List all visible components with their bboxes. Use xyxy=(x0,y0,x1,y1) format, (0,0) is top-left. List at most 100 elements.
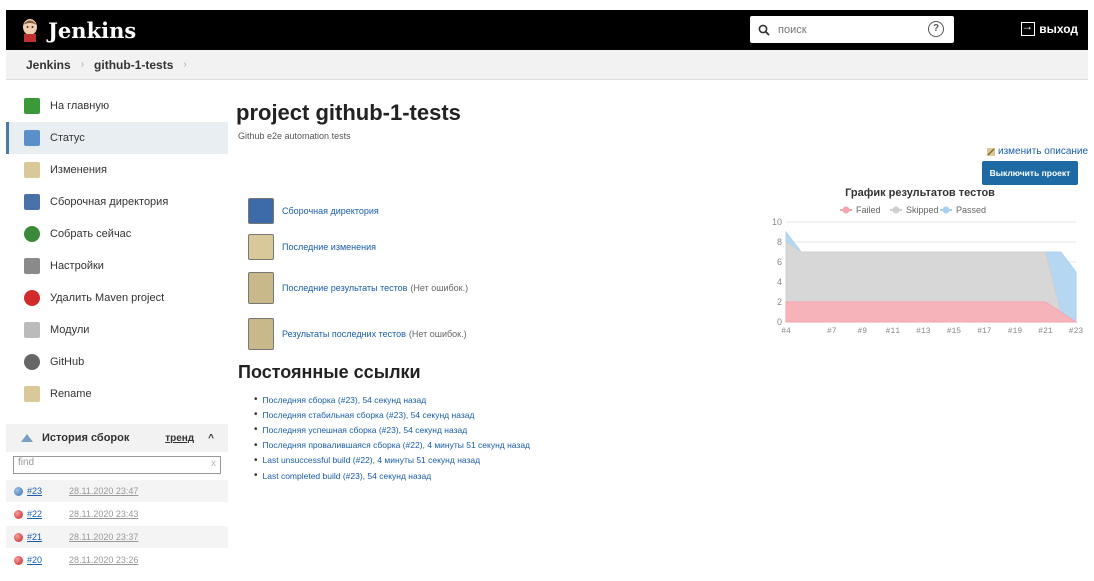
build-row[interactable]: #23 28.11.2020 23:47 xyxy=(6,480,228,502)
build-date-link[interactable]: 28.11.2020 23:47 xyxy=(69,486,138,496)
jenkins-butler-icon xyxy=(23,19,37,42)
build-number-link[interactable]: #22 xyxy=(27,509,69,519)
breadcrumb-project[interactable]: github-1-tests xyxy=(94,58,173,72)
build-row[interactable]: #22 28.11.2020 23:43 xyxy=(6,503,228,525)
build-date-link[interactable]: 28.11.2020 23:37 xyxy=(69,532,138,542)
build-date-link[interactable]: 28.11.2020 23:26 xyxy=(69,555,138,565)
y-tick-label: 2 xyxy=(777,297,782,307)
legend-marker xyxy=(892,206,900,214)
y-tick-label: 8 xyxy=(777,237,782,247)
logo-text: Jenkins xyxy=(48,17,137,43)
project-link-label[interactable]: Сборочная директория xyxy=(282,206,379,216)
permalinks-list: Последняя сборка (#23), 54 секунд назадП… xyxy=(254,392,531,483)
x-tick-label: #21 xyxy=(1038,327,1053,336)
folder-icon[interactable] xyxy=(248,198,274,224)
legend-marker xyxy=(842,206,850,214)
project-link-label[interactable]: Последние изменения xyxy=(282,242,376,252)
permalink-item[interactable]: Last unsuccessful build (#22), 4 минуты … xyxy=(254,453,530,468)
breadcrumb-separator: › xyxy=(80,59,85,70)
x-tick-label: #23 xyxy=(1069,327,1084,336)
permalinks-title: Постоянные ссылки xyxy=(238,362,421,382)
build-number-link[interactable]: #21 xyxy=(27,532,69,542)
collapse-icon[interactable]: ^ xyxy=(208,433,214,444)
x-tick-label: #19 xyxy=(1008,327,1023,336)
edit-description-label: изменить описание xyxy=(998,146,1089,157)
home-arrow-icon xyxy=(24,98,40,114)
sidebar-item-label: Настройки xyxy=(50,260,104,272)
permalink-item[interactable]: Последняя провалившаяся сборка (#22), 4 … xyxy=(254,438,531,453)
sidebar-item[interactable]: Rename xyxy=(6,378,228,410)
no-entry-icon xyxy=(24,290,40,306)
sidebar-item[interactable]: На главную xyxy=(6,90,228,122)
pencil-icon xyxy=(24,386,40,402)
series-area-failed xyxy=(785,301,1078,323)
build-number-link[interactable]: #20 xyxy=(27,555,69,565)
x-tick-label: #15 xyxy=(947,327,962,336)
permalink-item[interactable]: Last completed build (#23), 54 секунд на… xyxy=(254,468,530,483)
sidebar-item[interactable]: Статус xyxy=(6,122,228,154)
build-history-title: История сборок xyxy=(42,432,130,444)
x-tick-label: #11 xyxy=(886,327,901,336)
edit-description-link[interactable]: изменить описание xyxy=(986,146,1088,157)
clipboard-icon[interactable] xyxy=(248,318,274,350)
permalink-item[interactable]: Последняя сборка (#23), 54 секунд назад xyxy=(254,392,530,407)
clock-play-icon xyxy=(24,226,40,242)
sidebar-item[interactable]: Изменения xyxy=(6,154,228,186)
sidebar-item[interactable]: Настройки xyxy=(6,250,228,282)
build-date-link[interactable]: 28.11.2020 23:43 xyxy=(69,509,138,519)
trend-link[interactable]: тренд xyxy=(165,433,194,444)
build-row[interactable]: #21 28.11.2020 23:37 xyxy=(6,526,228,548)
search-input[interactable] xyxy=(778,23,918,36)
history-icon xyxy=(21,434,33,442)
magnifier-icon xyxy=(24,130,40,146)
logout-link[interactable]: выход xyxy=(1021,19,1078,36)
legend-label: Passed xyxy=(956,205,986,215)
search-box[interactable]: ? xyxy=(750,16,954,43)
breadcrumb-root[interactable]: Jenkins xyxy=(26,58,71,72)
permalink-item[interactable]: Последняя успешная сборка (#23), 54 секу… xyxy=(254,422,530,437)
permalink-item[interactable]: Последняя стабильная сборка (#23), 54 се… xyxy=(254,407,530,422)
sidebar-item-label: Собрать сейчас xyxy=(50,228,132,240)
clipboard-icon[interactable] xyxy=(248,272,274,304)
legend-marker xyxy=(942,206,950,214)
test-results-chart: 0 2 4 6 8 10 #4 #7 #9 #11 #13 #15 #17 #19 #21 #23 Failed… xyxy=(772,205,1084,336)
sidebar-item[interactable]: Удалить Maven project xyxy=(6,282,228,314)
build-status-icon xyxy=(14,555,23,565)
notepad-icon[interactable] xyxy=(248,234,274,260)
sidebar-item[interactable]: Модули xyxy=(6,314,228,346)
pencil-icon xyxy=(987,147,995,156)
project-link-label[interactable]: Результаты последних тестов xyxy=(282,329,406,339)
breadcrumb-separator[interactable]: › xyxy=(183,59,186,70)
filter-clear-icon[interactable]: x xyxy=(211,458,216,469)
sidebar-item-label: GitHub xyxy=(50,356,85,368)
sidebar-item-label: Rename xyxy=(50,388,92,400)
build-status-icon xyxy=(14,532,23,542)
project-link: Результаты последних тестов (Нет ошибок.) xyxy=(248,318,467,350)
modules-icon xyxy=(24,322,40,338)
sidebar-item-label: Изменения xyxy=(50,164,107,176)
sidebar-item[interactable]: GitHub xyxy=(6,346,228,378)
help-icon[interactable]: ? xyxy=(928,21,944,37)
build-number-link[interactable]: #23 xyxy=(27,486,69,496)
sidebar: На главную Статус Изменения Сборочная дирек… xyxy=(6,90,228,410)
filter-placeholder: find xyxy=(18,457,35,468)
project-link-label[interactable]: Последние результаты тестов xyxy=(282,283,407,293)
page-title: project github-1-tests xyxy=(236,100,461,125)
sidebar-item-label: Сборочная директория xyxy=(50,196,169,208)
x-tick-label: #7 xyxy=(827,327,837,336)
build-filter-input[interactable]: find x xyxy=(13,456,221,474)
build-row[interactable]: #20 28.11.2020 23:26 xyxy=(6,549,228,571)
sidebar-item[interactable]: Сборочная директория xyxy=(6,186,228,218)
disable-project-button[interactable]: Выключить проект xyxy=(982,161,1078,185)
gear-icon xyxy=(24,258,40,274)
sidebar-item-label: На главную xyxy=(50,100,110,112)
sidebar-item-label: Статус xyxy=(50,132,85,144)
legend-label: Skipped xyxy=(906,205,939,215)
project-link: Последние изменения xyxy=(248,234,376,260)
jenkins-logo[interactable]: Jenkins xyxy=(20,18,136,43)
logout-label: выход xyxy=(1039,22,1078,36)
x-tick-label: #4 xyxy=(781,327,791,336)
project-link: Сборочная директория xyxy=(248,198,379,224)
breadcrumb: Jenkins › github-1-tests › xyxy=(6,50,1088,80)
sidebar-item[interactable]: Собрать сейчас xyxy=(6,218,228,250)
